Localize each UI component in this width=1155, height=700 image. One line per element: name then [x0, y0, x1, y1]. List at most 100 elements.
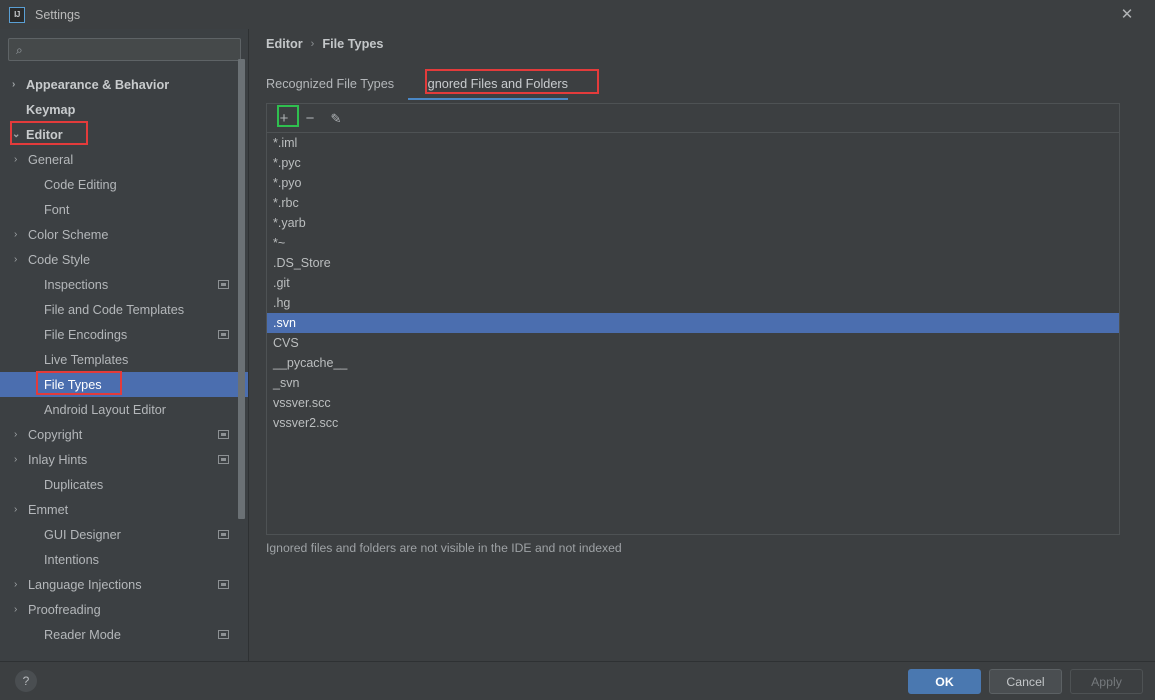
project-scope-icon — [218, 530, 229, 539]
sidebar-item-label: File Encodings — [44, 327, 128, 342]
tab-recognized-file-types[interactable]: Recognized File Types — [266, 72, 408, 100]
chevron-right-icon[interactable]: › — [14, 229, 28, 240]
list-item[interactable]: *.rbc — [267, 193, 1119, 213]
sidebar-item-label: Code Editing — [44, 177, 117, 192]
list-item[interactable]: vssver2.scc — [267, 413, 1119, 433]
chevron-right-icon[interactable]: › — [14, 504, 28, 515]
chevron-right-icon[interactable]: › — [14, 454, 28, 465]
sidebar-item-file-types[interactable]: File Types — [0, 372, 248, 397]
list-item[interactable]: CVS — [267, 333, 1119, 353]
sidebar-item-gui-designer[interactable]: GUI Designer — [0, 522, 248, 547]
settings-sidebar: ⌕ › Appearance & Behavior Keymap ⌄ Editor › Ge… — [0, 29, 249, 661]
chevron-down-icon[interactable]: ⌄ — [12, 129, 26, 140]
list-item[interactable]: .hg — [267, 293, 1119, 313]
sidebar-scrollbar-thumb[interactable] — [238, 59, 245, 519]
list-item[interactable]: __pycache__ — [267, 353, 1119, 373]
tab-label: Ignored Files and Folders — [424, 77, 568, 91]
intellij-logo-icon: IJ — [9, 6, 25, 23]
remove-button[interactable]: − — [299, 107, 321, 129]
settings-content: Editor › File Types Recognized File Type… — [250, 29, 1155, 661]
sidebar-item-label: Duplicates — [44, 477, 104, 492]
edit-button[interactable]: ✎ — [325, 107, 347, 129]
list-item[interactable]: .svn — [267, 313, 1119, 333]
hint-text: Ignored files and folders are not visibl… — [266, 541, 622, 555]
project-scope-icon — [218, 580, 229, 589]
ignored-files-list[interactable]: *.iml *.pyc *.pyo *.rbc *.yarb *~ .DS_Store .gi… — [266, 132, 1120, 535]
sidebar-item-label: Language Injections — [28, 577, 142, 592]
sidebar-item-editor[interactable]: ⌄ Editor — [0, 122, 248, 147]
apply-button[interactable]: Apply — [1070, 669, 1143, 694]
sidebar-item-general[interactable]: › General — [0, 147, 248, 172]
tab-ignored-files-and-folders[interactable]: Ignored Files and Folders — [408, 72, 582, 100]
chevron-right-icon[interactable]: › — [14, 254, 28, 265]
sidebar-item-label: Appearance & Behavior — [26, 77, 170, 92]
sidebar-item-proofreading[interactable]: › Proofreading — [0, 597, 248, 622]
sidebar-item-label: Inlay Hints — [28, 452, 88, 467]
cancel-button[interactable]: Cancel — [989, 669, 1062, 694]
sidebar-item-label: Reader Mode — [44, 627, 121, 642]
breadcrumb-root[interactable]: Editor — [266, 37, 303, 51]
sidebar-item-label: GUI Designer — [44, 527, 121, 542]
sidebar-item-file-encodings[interactable]: File Encodings — [0, 322, 248, 347]
sidebar-item-label: Inspections — [44, 277, 109, 292]
list-item[interactable]: *.pyc — [267, 153, 1119, 173]
list-item[interactable]: .git — [267, 273, 1119, 293]
sidebar-item-code-style[interactable]: › Code Style — [0, 247, 248, 272]
sidebar-scrollbar-track[interactable] — [238, 30, 247, 617]
breadcrumb: Editor › File Types — [266, 37, 383, 51]
search-box[interactable]: ⌕ — [8, 38, 241, 61]
list-item[interactable]: _svn — [267, 373, 1119, 393]
dialog-buttons: OK Cancel Apply — [908, 669, 1143, 694]
tab-label: Recognized File Types — [266, 77, 395, 91]
chevron-right-icon[interactable]: › — [12, 79, 26, 90]
sidebar-item-duplicates[interactable]: Duplicates — [0, 472, 248, 497]
sidebar-item-code-editing[interactable]: Code Editing — [0, 172, 248, 197]
list-item[interactable]: *.pyo — [267, 173, 1119, 193]
list-item[interactable]: *.yarb — [267, 213, 1119, 233]
chevron-right-icon[interactable]: › — [14, 604, 28, 615]
close-icon[interactable]: ✕ — [1107, 0, 1147, 29]
sidebar-item-label: Live Templates — [44, 352, 129, 367]
chevron-right-icon[interactable]: › — [14, 154, 28, 165]
sidebar-item-inspections[interactable]: Inspections — [0, 272, 248, 297]
help-icon[interactable]: ? — [15, 670, 37, 692]
sidebar-item-file-and-code-templates[interactable]: File and Code Templates — [0, 297, 248, 322]
add-button[interactable]: + — [273, 107, 295, 129]
list-item[interactable]: vssver.scc — [267, 393, 1119, 413]
project-scope-icon — [218, 430, 229, 439]
search-input[interactable] — [22, 42, 240, 57]
list-item[interactable]: *~ — [267, 233, 1119, 253]
sidebar-item-copyright[interactable]: › Copyright — [0, 422, 248, 447]
sidebar-item-emmet[interactable]: › Emmet — [0, 497, 248, 522]
sidebar-item-label: File Types — [44, 377, 102, 392]
sidebar-item-android-layout-editor[interactable]: Android Layout Editor — [0, 397, 248, 422]
list-item[interactable]: .DS_Store — [267, 253, 1119, 273]
sidebar-item-label: Editor — [26, 127, 63, 142]
sidebar-item-font[interactable]: Font — [0, 197, 248, 222]
sidebar-item-appearance-behavior[interactable]: › Appearance & Behavior — [0, 72, 248, 97]
sidebar-item-label: Color Scheme — [28, 227, 109, 242]
sidebar-item-live-templates[interactable]: Live Templates — [0, 347, 248, 372]
search-field-wrapper: ⌕ — [8, 38, 241, 61]
ok-button[interactable]: OK — [908, 669, 981, 694]
sidebar-item-keymap[interactable]: Keymap — [0, 97, 248, 122]
sidebar-item-label: File and Code Templates — [44, 302, 185, 317]
project-scope-icon — [218, 630, 229, 639]
sidebar-item-label: Copyright — [28, 427, 83, 442]
sidebar-item-label: Font — [44, 202, 70, 217]
sidebar-item-color-scheme[interactable]: › Color Scheme — [0, 222, 248, 247]
search-icon: ⌕ — [16, 42, 23, 57]
breadcrumb-separator-icon: › — [310, 38, 315, 50]
sidebar-item-inlay-hints[interactable]: › Inlay Hints — [0, 447, 248, 472]
project-scope-icon — [218, 280, 229, 289]
sidebar-item-label: General — [28, 152, 74, 167]
list-item[interactable]: *.iml — [267, 133, 1119, 153]
chevron-right-icon[interactable]: › — [14, 429, 28, 440]
sidebar-item-intentions[interactable]: Intentions — [0, 547, 248, 572]
sidebar-item-reader-mode[interactable]: Reader Mode — [0, 622, 248, 647]
sidebar-item-language-injections[interactable]: › Language Injections — [0, 572, 248, 597]
chevron-right-icon[interactable]: › — [14, 579, 28, 590]
breadcrumb-leaf: File Types — [322, 37, 384, 51]
sidebar-item-label: Intentions — [44, 552, 100, 567]
title-bar: IJ Settings ✕ — [0, 0, 1155, 29]
